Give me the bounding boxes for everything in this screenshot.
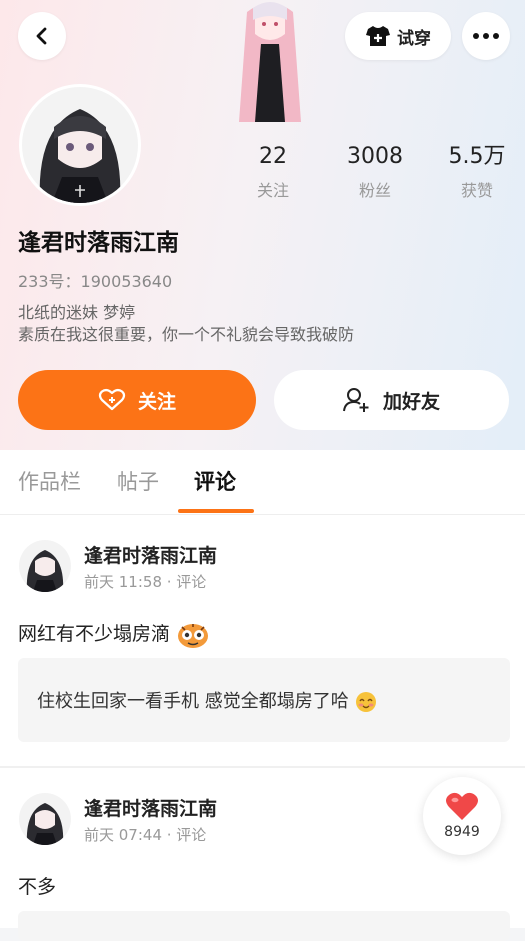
person-plus-icon xyxy=(342,387,371,413)
comment-author: 逢君时落雨江南 xyxy=(84,798,218,820)
comment-item[interactable]: 逢君时落雨江南 前天 11:58 · 评论 网红有不少塌房滴 住校生回家一看手机… xyxy=(0,515,525,768)
tshirt-icon xyxy=(366,26,390,46)
quoted-post[interactable]: 住校生回家一看手机 感觉全都塌房了哈 xyxy=(18,658,510,742)
comment-meta: 前天 11:58 · 评论 xyxy=(84,573,207,591)
quoted-text-content: 住校生回家一看手机 感觉全都塌房了哈 xyxy=(37,691,349,712)
tryon-label: 试穿 xyxy=(397,28,431,49)
bio-line-2: 素质在我这很重要，你一个不礼貌会导致我破防 xyxy=(18,325,355,344)
tab-comments[interactable]: 评论 xyxy=(194,466,236,496)
add-friend-label: 加好友 xyxy=(382,390,440,413)
blush-emoji-icon xyxy=(356,692,377,712)
comment-author: 逢君时落雨江南 xyxy=(84,545,218,567)
tryon-button[interactable]: 试穿 xyxy=(345,12,451,60)
add-friend-button[interactable]: 加好友 xyxy=(274,370,509,430)
stat-following-value: 22 xyxy=(259,144,287,169)
avatar-image xyxy=(19,793,71,845)
active-tab-indicator xyxy=(178,509,254,513)
like-button[interactable]: 8949 xyxy=(423,777,501,855)
stat-likes-value: 5.5万 xyxy=(448,144,506,169)
quoted-post[interactable] xyxy=(18,911,510,941)
avatar-image xyxy=(22,87,138,203)
stat-following-label: 关注 xyxy=(256,181,289,200)
comment-text-content: 网红有不少塌房滴 xyxy=(18,623,171,645)
bio-line-1: 北纸的迷妹 梦婷 xyxy=(18,303,136,322)
tab-posts[interactable]: 帖子 xyxy=(117,466,159,496)
follow-button[interactable]: 关注 xyxy=(18,370,256,430)
like-count: 8949 xyxy=(444,824,480,840)
more-dots-icon xyxy=(473,33,499,39)
stat-likes[interactable]: 5.5万 获赞 xyxy=(432,143,522,201)
stat-followers-label: 粉丝 xyxy=(358,181,391,200)
stat-followers[interactable]: 3008 粉丝 xyxy=(330,143,420,201)
profile-bio: 北纸的迷妹 梦婷 素质在我这很重要，你一个不礼貌会导致我破防 xyxy=(18,302,354,346)
back-button[interactable] xyxy=(18,12,66,60)
quoted-text: 住校生回家一看手机 感觉全都塌房了哈 xyxy=(37,687,378,713)
character-illustration xyxy=(239,2,301,122)
stat-following[interactable]: 22 关注 xyxy=(228,143,318,201)
more-button[interactable] xyxy=(462,12,510,60)
chevron-left-icon xyxy=(36,27,47,45)
tab-works[interactable]: 作品栏 xyxy=(18,466,81,496)
profile-uid: 233号：190053640 xyxy=(18,272,173,291)
comment-feed: 逢君时落雨江南 前天 11:58 · 评论 网红有不少塌房滴 住校生回家一看手机… xyxy=(0,515,525,941)
comment-text: 网红有不少塌房滴 xyxy=(18,619,210,649)
profile-username: 逢君时落雨江南 xyxy=(18,230,179,256)
avatar[interactable] xyxy=(19,793,71,845)
stat-likes-label: 获赞 xyxy=(460,181,493,200)
heart-icon xyxy=(446,792,478,820)
avatar[interactable] xyxy=(19,540,71,592)
heart-plus-icon xyxy=(98,388,126,412)
comment-text: 不多 xyxy=(18,876,57,898)
follow-label: 关注 xyxy=(137,390,176,413)
profile-tabs: 作品栏 帖子 评论 xyxy=(0,450,525,515)
comment-meta: 前天 07:44 · 评论 xyxy=(84,826,207,844)
avatar-image xyxy=(19,540,71,592)
tiger-emoji-icon xyxy=(178,623,209,648)
stat-followers-value: 3008 xyxy=(347,144,403,169)
profile-avatar[interactable] xyxy=(19,84,141,206)
